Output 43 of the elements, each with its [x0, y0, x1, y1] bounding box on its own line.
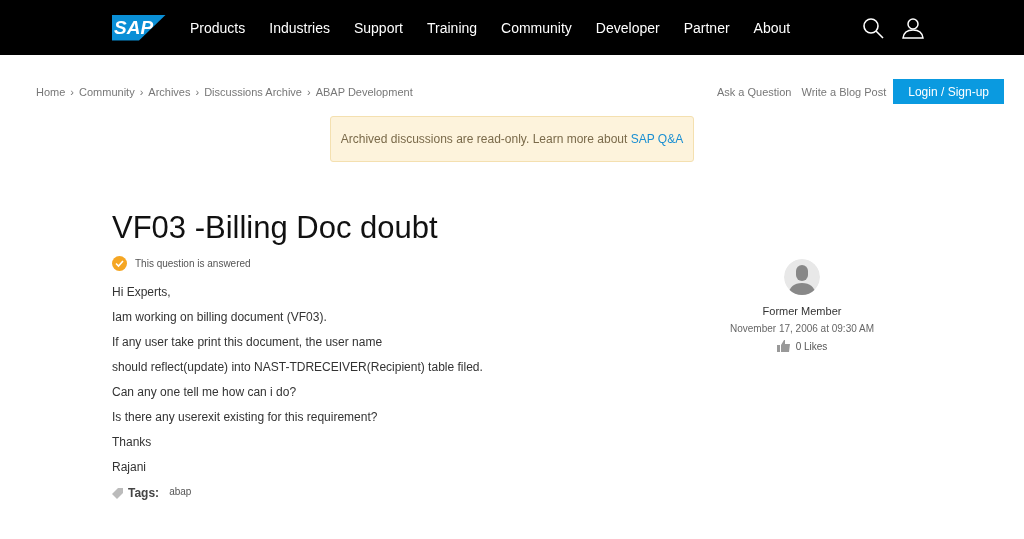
nav-link[interactable]: Support	[353, 19, 403, 36]
breadcrumb-separator: ›	[70, 85, 74, 98]
thumbs-up-icon[interactable]	[776, 340, 791, 352]
likes-count: 0 Likes	[795, 340, 828, 352]
breadcrumb-separator: ›	[307, 85, 311, 98]
notice-link[interactable]: SAP Q&A	[630, 132, 684, 146]
body-text: Thanks	[112, 435, 153, 449]
sap-logo[interactable]: SAP	[112, 14, 166, 41]
body-text: Rajani	[112, 460, 148, 474]
breadcrumb-link[interactable]: Home	[36, 85, 66, 98]
nav-link[interactable]: Industries	[269, 19, 330, 36]
body-text: Is there any userexit existing for this requirement?	[112, 410, 379, 424]
tag-icon	[112, 487, 124, 499]
body-text: should reflect(update) into NAST-TDRECEIVER(Recipient) table filed.	[112, 360, 484, 374]
question-title: VF03 -Billing Doc doubt	[112, 210, 439, 246]
archive-notice: Archived discussions are read-only. Learn more about SAP Q&A	[330, 116, 694, 162]
breadcrumb-separator: ›	[195, 85, 200, 98]
login-button[interactable]: Login / Sign-up	[893, 79, 1004, 104]
breadcrumb-link[interactable]: Discussions Archive	[204, 85, 302, 98]
nav-link[interactable]: Partner	[683, 19, 730, 36]
nav-link[interactable]: About	[753, 19, 791, 36]
tags-label: Tags:	[128, 486, 160, 500]
action-link[interactable]: Write a Blog Post	[801, 85, 887, 98]
user-icon[interactable]	[902, 16, 924, 39]
breadcrumb-link[interactable]: ABAP Development	[315, 85, 413, 98]
post-date: November 17, 2006 at 09:30 AM	[730, 323, 874, 334]
answered-status: This question is answered	[135, 258, 251, 269]
nav-link[interactable]: Products	[190, 19, 246, 36]
search-icon[interactable]	[862, 16, 884, 39]
nav-link[interactable]: Developer	[595, 19, 660, 36]
nav-link[interactable]: Community	[501, 19, 572, 36]
nav-link[interactable]: Training	[427, 19, 478, 36]
body-text: If any user take print this document, the user name	[112, 335, 384, 349]
author-name: Former Member	[762, 305, 842, 317]
body-text: Can any one tell me how can i do?	[112, 385, 298, 399]
breadcrumb-link[interactable]: Community	[79, 85, 135, 98]
tag-link[interactable]: abap	[169, 486, 192, 497]
breadcrumb-separator: ›	[139, 85, 144, 98]
action-link[interactable]: Ask a Question	[716, 85, 792, 98]
body-text: Hi Experts,	[112, 285, 172, 299]
body-text: Iam working on billing document (VF03).	[112, 310, 328, 324]
avatar-icon	[784, 259, 820, 295]
breadcrumb-link[interactable]: Archives	[148, 85, 191, 98]
